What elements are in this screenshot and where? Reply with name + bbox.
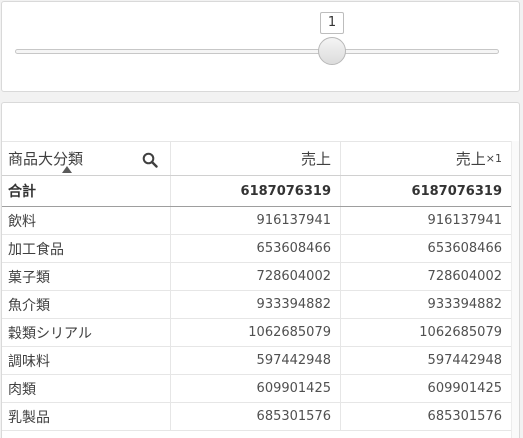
- table-row[interactable]: 加工食品 653608466 653608466: [2, 235, 512, 263]
- header-measure2-label: 売上: [455, 150, 486, 168]
- table-header-row: 商品大分類 売上 売上 ×1: [2, 141, 512, 176]
- row-measure2: 728604002: [427, 269, 502, 284]
- row-label: 魚介類: [2, 291, 171, 318]
- sort-ascending-icon[interactable]: [62, 166, 72, 173]
- row-measure1: 653608466: [171, 235, 341, 262]
- row-measure2: 653608466: [427, 241, 502, 256]
- row-label: 肉類: [2, 375, 171, 402]
- search-icon[interactable]: [142, 152, 158, 168]
- table-row[interactable]: 調味料 597442948 597442948: [2, 347, 512, 375]
- row-measure1: 597442948: [171, 347, 341, 374]
- row-label: 穀類シリアル: [2, 319, 171, 346]
- header-measure1[interactable]: 売上: [171, 142, 341, 175]
- row-measure2: 916137941: [427, 213, 502, 228]
- table-row[interactable]: 飲料 916137941 916137941: [2, 207, 512, 235]
- header-measure2-suffix: ×1: [485, 152, 502, 165]
- table-scrollbar[interactable]: [511, 141, 519, 438]
- table-row[interactable]: 乳製品 685301576 685301576: [2, 403, 512, 431]
- slider-handle[interactable]: [318, 37, 346, 65]
- row-label: 菓子類: [2, 263, 171, 290]
- header-measure1-label: 売上: [300, 150, 331, 168]
- table-row[interactable]: 菓子類 728604002 728604002: [2, 263, 512, 291]
- row-measure1: 685301576: [171, 403, 341, 430]
- slider-panel: 1: [1, 1, 520, 92]
- table-row[interactable]: 肉類 609901425 609901425: [2, 375, 512, 403]
- total-measure2: 6187076319: [411, 183, 502, 199]
- header-dimension[interactable]: 商品大分類: [2, 142, 171, 175]
- table-panel: 商品大分類 売上 売上 ×1 合計 6187076319 6187076319 飲…: [1, 102, 520, 438]
- row-measure2: 933394882: [427, 297, 502, 312]
- row-measure1: 609901425: [171, 375, 341, 402]
- row-label: 乳製品: [2, 403, 171, 430]
- total-measure1: 6187076319: [171, 176, 341, 206]
- row-measure2: 597442948: [427, 353, 502, 368]
- row-label: 飲料: [2, 207, 171, 234]
- header-measure2[interactable]: 売上 ×1: [341, 142, 512, 175]
- table-row[interactable]: 魚介類 933394882 933394882: [2, 291, 512, 319]
- slider-track[interactable]: [15, 49, 499, 54]
- row-measure1: 916137941: [171, 207, 341, 234]
- row-measure2: 1062685079: [419, 325, 502, 340]
- row-measure2: 685301576: [427, 409, 502, 424]
- row-measure1: 728604002: [171, 263, 341, 290]
- row-label: 調味料: [2, 347, 171, 374]
- row-label: 加工食品: [2, 235, 171, 262]
- total-label: 合計: [2, 176, 171, 206]
- data-table: 商品大分類 売上 売上 ×1 合計 6187076319 6187076319 飲…: [2, 141, 512, 431]
- total-row: 合計 6187076319 6187076319: [2, 176, 512, 207]
- table-row[interactable]: 穀類シリアル 1062685079 1062685079: [2, 319, 512, 347]
- row-measure1: 933394882: [171, 291, 341, 318]
- row-measure1: 1062685079: [171, 319, 341, 346]
- slider-value-label: 1: [320, 12, 344, 34]
- row-measure2: 609901425: [427, 381, 502, 396]
